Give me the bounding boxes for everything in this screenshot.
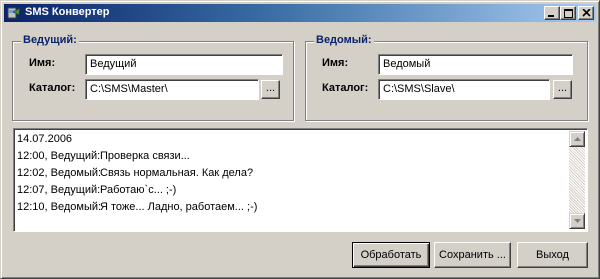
- minimize-icon: [548, 15, 554, 17]
- log-message: Проверка связи...: [100, 150, 190, 162]
- master-group: Ведущий: Имя: Ведущий Каталог: C:\SMS\Ma…: [12, 34, 294, 121]
- save-button[interactable]: Сохранить ...: [434, 242, 511, 268]
- log-scrollbar[interactable]: [569, 131, 585, 229]
- close-icon: [582, 9, 591, 17]
- log-date: 14.07.2006: [17, 133, 73, 145]
- process-button[interactable]: Обработать: [352, 242, 430, 268]
- slave-browse-button[interactable]: ...: [553, 80, 572, 99]
- master-folder-label: Каталог:: [29, 82, 76, 94]
- log-line: 12:00, Ведущий: Проверка связи...: [17, 150, 567, 167]
- minimize-button[interactable]: [544, 6, 560, 20]
- main-window: SMS Конвертер Ведущий: Имя: Ведущий Ката…: [0, 0, 600, 279]
- maximize-icon: [564, 9, 573, 18]
- exit-button[interactable]: Выход: [517, 242, 588, 268]
- master-name-label: Имя:: [29, 57, 56, 69]
- log-sender: 12:00, Ведущий:: [17, 150, 101, 162]
- log-sender: 12:07, Ведущий:: [17, 184, 101, 196]
- slave-folder-label: Каталог:: [322, 82, 369, 94]
- chat-log[interactable]: 14.07.2006 12:00, Ведущий: Проверка связ…: [13, 128, 588, 232]
- log-line: 12:10, Ведомый: Я тоже... Ладно, работае…: [17, 201, 567, 218]
- log-message: Связь нормальная. Как дела?: [100, 167, 254, 179]
- log-message: Работаю`с... ;-): [100, 184, 177, 196]
- scroll-up-button[interactable]: [569, 131, 585, 147]
- slave-group-title: Ведомый:: [314, 34, 374, 46]
- master-group-title: Ведущий:: [21, 34, 79, 46]
- arrow-up-icon: [574, 137, 581, 141]
- log-line: 12:07, Ведущий: Работаю`с... ;-): [17, 184, 567, 201]
- close-button[interactable]: [578, 6, 594, 20]
- maximize-button[interactable]: [560, 6, 576, 20]
- slave-folder-input[interactable]: C:\SMS\Slave\: [378, 79, 550, 100]
- slave-name-input[interactable]: Ведомый: [378, 54, 573, 75]
- log-sender: 12:10, Ведомый:: [17, 201, 102, 213]
- scroll-down-button[interactable]: [569, 213, 585, 229]
- title-bar[interactable]: SMS Конвертер: [4, 4, 596, 22]
- slave-name-label: Имя:: [322, 57, 349, 69]
- log-message: Я тоже... Ладно, работаем... ;-): [100, 201, 258, 213]
- master-browse-button[interactable]: ...: [261, 80, 280, 99]
- log-line: 12:02, Ведомый: Связь нормальная. Как де…: [17, 167, 567, 184]
- master-name-input[interactable]: Ведущий: [85, 54, 283, 75]
- log-sender: 12:02, Ведомый:: [17, 167, 102, 179]
- arrow-down-icon: [574, 219, 581, 223]
- app-icon: [7, 7, 21, 19]
- slave-group: Ведомый: Имя: Ведомый Каталог: C:\SMS\Sl…: [305, 34, 588, 121]
- master-folder-input[interactable]: C:\SMS\Master\: [85, 79, 259, 100]
- window-title: SMS Конвертер: [25, 6, 110, 18]
